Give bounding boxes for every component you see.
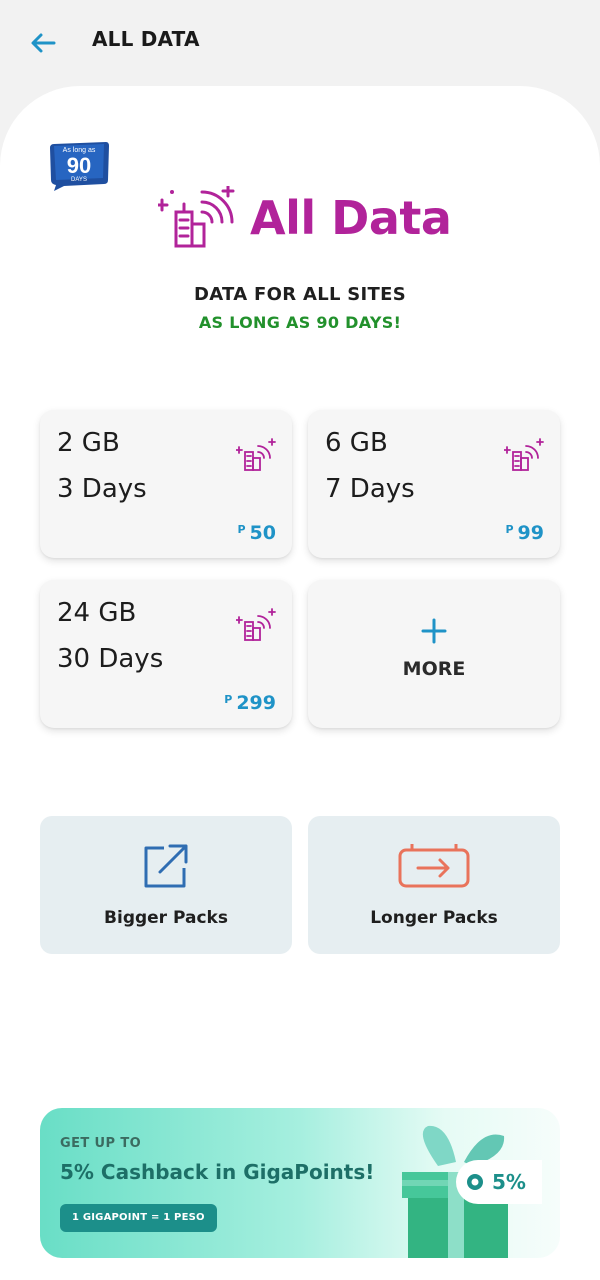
svg-text:DAYS: DAYS xyxy=(71,177,87,183)
plan-price: P 99 xyxy=(505,522,544,544)
brand-logo: All Data xyxy=(158,186,452,250)
arrow-left-icon xyxy=(31,33,56,53)
gigapoint-rate-chip: 1 GIGAPOINT = 1 PESO xyxy=(60,1204,217,1232)
plan-data-amount: 6 GB xyxy=(325,428,388,458)
svg-text:90: 90 xyxy=(67,153,91,178)
promo-kicker: GET UP TO xyxy=(60,1136,142,1151)
promo-headline: 5% Cashback in GigaPoints! xyxy=(60,1160,375,1184)
plan-price: P 299 xyxy=(224,692,276,714)
app-header: ALL DATA xyxy=(0,0,600,84)
page-title: ALL DATA xyxy=(92,27,200,51)
tagline-primary: DATA FOR ALL SITES xyxy=(193,284,406,305)
city-signal-icon xyxy=(236,608,276,641)
cashback-promo-banner[interactable]: GET UP TO 5% Cashback in GigaPoints! 1 G… xyxy=(40,1108,560,1258)
plan-validity: 7 Days xyxy=(325,474,415,504)
bigger-packs-label: Bigger Packs xyxy=(104,908,228,928)
cashback-percent: 5% xyxy=(492,1170,526,1194)
city-signal-icon xyxy=(158,186,235,248)
plan-validity: 30 Days xyxy=(57,644,164,674)
bigger-packs-button[interactable]: Bigger Packs xyxy=(40,816,292,954)
battery-arrow-icon xyxy=(398,844,470,888)
plan-price: P 50 xyxy=(237,522,276,544)
plan-card-6gb[interactable]: 6 GB 7 Days P 99 xyxy=(308,410,560,558)
plan-data-amount: 2 GB xyxy=(57,428,120,458)
more-label: MORE xyxy=(402,658,466,680)
plan-data-amount: 24 GB xyxy=(57,598,137,628)
city-signal-icon xyxy=(236,438,276,471)
plan-card-2gb[interactable]: 2 GB 3 Days P 50 xyxy=(40,410,292,558)
city-signal-icon xyxy=(504,438,544,471)
longer-packs-label: Longer Packs xyxy=(370,908,498,928)
tagline-secondary: AS LONG AS 90 DAYS! xyxy=(198,313,402,332)
promo-90-days-badge: As long as 90 DAYS xyxy=(50,142,109,191)
cashback-percent-badge: 5% xyxy=(456,1160,542,1204)
plan-card-24gb[interactable]: 24 GB 30 Days P 299 xyxy=(40,580,292,728)
brand-name: All Data xyxy=(250,191,452,245)
longer-packs-button[interactable]: Longer Packs xyxy=(308,816,560,954)
plus-icon xyxy=(421,618,447,644)
more-plans-card[interactable]: MORE xyxy=(308,580,560,728)
back-button[interactable] xyxy=(26,26,60,60)
plan-validity: 3 Days xyxy=(57,474,147,504)
gigapoint-coin-icon xyxy=(467,1174,483,1190)
external-link-icon xyxy=(144,844,188,888)
